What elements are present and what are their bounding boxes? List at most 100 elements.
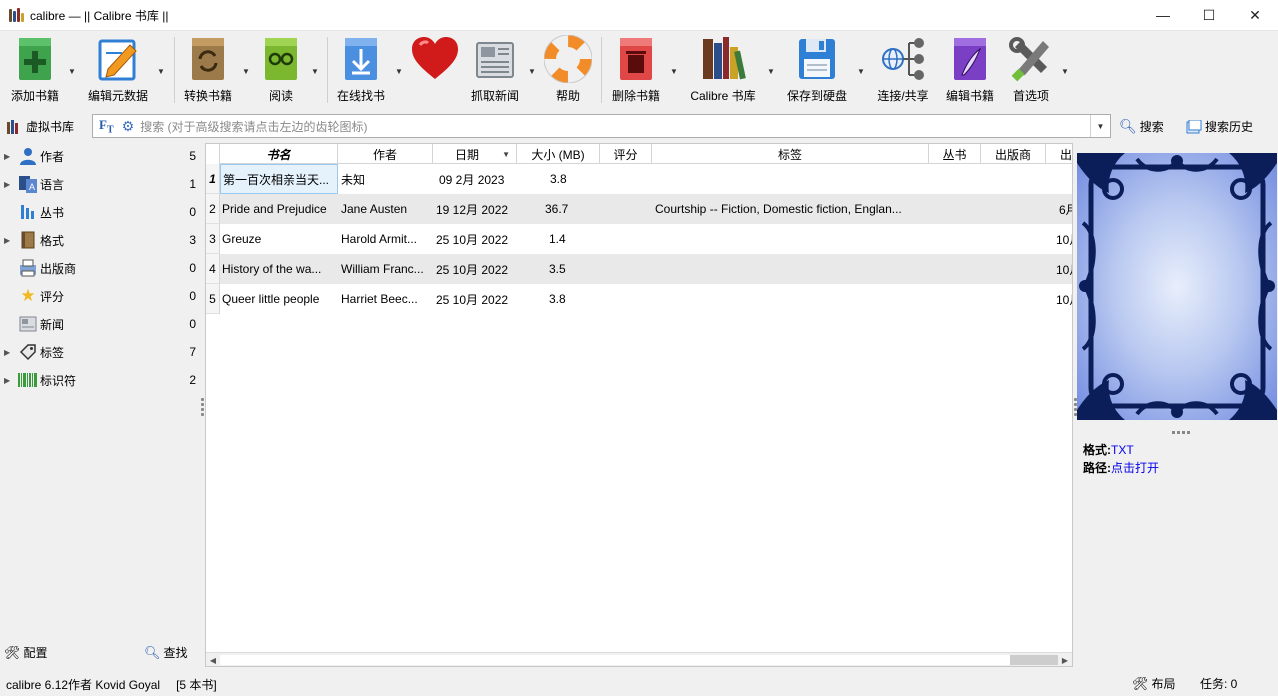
scroll-left-arrow-icon[interactable]: ◀ — [206, 653, 220, 666]
cell-pubdate[interactable] — [1054, 164, 1072, 194]
column-header-publisher[interactable]: 出版商 — [981, 144, 1046, 164]
scroll-right-arrow-icon[interactable]: ▶ — [1058, 653, 1072, 666]
gear-icon[interactable]: ⚙ — [122, 118, 135, 135]
jobs-indicator[interactable]: 任务: 0 — [1200, 675, 1237, 692]
cell-title[interactable]: Pride and Prejudice — [222, 194, 338, 224]
tag-category-languages[interactable]: ▶ A 语言 1 — [0, 170, 204, 198]
save-to-disk-button[interactable]: 保存到硬盘 — [785, 35, 849, 105]
cell-tags[interactable] — [655, 254, 927, 284]
row-number[interactable]: 4 — [206, 254, 220, 284]
virtual-library-button[interactable]: 虚拟书库 — [6, 118, 74, 135]
tag-category-publishers[interactable]: 出版商 0 — [0, 254, 204, 282]
cell-date[interactable]: 25 10月 2022 — [436, 224, 520, 254]
minimize-button[interactable]: — — [1140, 0, 1186, 30]
cell-size[interactable]: 3.8 — [550, 164, 600, 194]
cell-size[interactable]: 3.8 — [549, 284, 599, 314]
cell-date[interactable]: 25 10月 2022 — [436, 284, 520, 314]
column-header-date[interactable]: 日期 ▼ — [433, 144, 517, 164]
edit-book-button[interactable]: 编辑书籍 — [942, 35, 998, 105]
cell-author[interactable]: 未知 — [341, 164, 433, 194]
table-row[interactable]: Pride and Prejudice Jane Austen 19 12月 2… — [220, 194, 1072, 224]
add-books-button[interactable]: 添加书籍 — [8, 35, 62, 105]
help-button[interactable]: 帮助 — [543, 34, 593, 105]
expand-arrow-icon[interactable]: ▶ — [4, 236, 14, 245]
cell-tags[interactable] — [655, 164, 927, 194]
tag-category-rating[interactable]: ★ 评分 0 — [0, 282, 204, 310]
cell-date[interactable]: 25 10月 2022 — [436, 254, 520, 284]
add-books-dropdown-icon[interactable]: ▼ — [68, 67, 76, 76]
tag-category-authors[interactable]: ▶ 作者 5 — [0, 142, 204, 170]
cover-splitter-handle[interactable] — [1172, 431, 1190, 434]
tag-category-formats[interactable]: ▶ 格式 3 — [0, 226, 204, 254]
expand-arrow-icon[interactable]: ▶ — [4, 376, 14, 385]
expand-arrow-icon[interactable]: ▶ — [4, 152, 14, 161]
row-number[interactable]: 3 — [206, 224, 220, 254]
cell-author[interactable]: Harriet Beec... — [341, 284, 433, 314]
view-book-dropdown-icon[interactable]: ▼ — [311, 67, 319, 76]
tag-category-series[interactable]: 丛书 0 — [0, 198, 204, 226]
calibre-library-dropdown-icon[interactable]: ▼ — [767, 67, 775, 76]
column-header-tags[interactable]: 标签 — [652, 144, 929, 164]
column-header-pubdate[interactable]: 出 — [1046, 144, 1072, 164]
convert-books-button[interactable]: 转换书籍 — [182, 35, 234, 105]
fetch-news-button[interactable]: 抓取新闻 — [468, 35, 522, 105]
edit-metadata-dropdown-icon[interactable]: ▼ — [157, 67, 165, 76]
configure-tag-browser-button[interactable]: 🛠︎ 配置 — [4, 644, 48, 661]
expand-arrow-icon[interactable]: ▶ — [4, 180, 14, 189]
donate-button[interactable] — [409, 35, 459, 105]
column-header-size[interactable]: 大小 (MB) — [517, 144, 600, 164]
saved-search-history-button[interactable]: 搜索历史 — [1186, 118, 1253, 135]
tag-category-identifiers[interactable]: ▶ 标识符 2 — [0, 366, 204, 394]
column-header-title[interactable]: 书名 — [220, 144, 338, 164]
preferences-dropdown-icon[interactable]: ▼ — [1061, 67, 1069, 76]
cell-tags[interactable] — [655, 284, 927, 314]
search-input[interactable]: FT ⚙ 搜索 (对于高级搜索请点击左边的齿轮图标) ▼ — [92, 114, 1111, 138]
cell-title[interactable]: History of the wa... — [222, 254, 338, 284]
get-books-dropdown-icon[interactable]: ▼ — [395, 67, 403, 76]
format-link[interactable]: TXT — [1111, 443, 1134, 457]
cell-size[interactable]: 36.7 — [545, 194, 595, 224]
book-cover-image[interactable] — [1077, 153, 1277, 420]
edit-metadata-button[interactable]: 编辑元数据 — [86, 35, 150, 105]
cell-tags[interactable] — [655, 224, 927, 254]
cell-pubdate[interactable]: 6月 — [1059, 194, 1072, 224]
find-in-tag-browser-button[interactable]: 🔍︎ 查找 — [144, 644, 188, 661]
save-to-disk-dropdown-icon[interactable]: ▼ — [857, 67, 865, 76]
full-text-search-icon[interactable]: FT — [99, 117, 114, 136]
view-book-button[interactable]: 阅读 — [257, 35, 305, 105]
horizontal-scrollbar[interactable]: ◀ ▶ — [206, 652, 1072, 666]
cell-size[interactable]: 3.5 — [549, 254, 599, 284]
table-row[interactable]: History of the wa... William Franc... 25… — [220, 254, 1072, 284]
row-number[interactable]: 2 — [206, 194, 220, 224]
calibre-library-button[interactable]: Calibre 书库 — [686, 35, 760, 105]
cell-pubdate[interactable]: 10月 — [1056, 254, 1072, 284]
close-button[interactable]: ✕ — [1232, 0, 1278, 30]
search-button[interactable]: 🔍︎ 搜索 — [1119, 118, 1164, 135]
cell-size[interactable]: 1.4 — [549, 224, 599, 254]
tag-category-tags[interactable]: ▶ 标签 7 — [0, 338, 204, 366]
left-splitter-handle[interactable] — [201, 398, 204, 418]
preferences-button[interactable]: 首选项 — [1006, 35, 1056, 105]
column-header-series[interactable]: 丛书 — [929, 144, 981, 164]
cell-title[interactable]: 第一百次相亲当天... — [220, 164, 338, 194]
cell-tags[interactable]: Courtship -- Fiction, Domestic fiction, … — [655, 194, 927, 224]
cell-pubdate[interactable]: 10月 — [1056, 224, 1072, 254]
cell-date[interactable]: 09 2月 2023 — [439, 164, 523, 194]
open-path-link[interactable]: 点击打开 — [1111, 461, 1159, 475]
cell-title[interactable]: Queer little people — [222, 284, 338, 314]
cell-pubdate[interactable]: 10月 — [1056, 284, 1072, 314]
search-history-dropdown-icon[interactable]: ▼ — [1090, 115, 1110, 137]
maximize-button[interactable]: ☐ — [1186, 0, 1232, 30]
remove-books-button[interactable]: 删除书籍 — [609, 35, 663, 105]
table-row[interactable]: Queer little people Harriet Beec... 25 1… — [220, 284, 1072, 314]
column-header-author[interactable]: 作者 — [338, 144, 433, 164]
layout-button[interactable]: 🛠︎ 布局 — [1132, 675, 1176, 692]
column-header-rating[interactable]: 评分 — [600, 144, 652, 164]
cell-date[interactable]: 19 12月 2022 — [436, 194, 520, 224]
fetch-news-dropdown-icon[interactable]: ▼ — [528, 67, 536, 76]
get-books-button[interactable]: 在线找书 — [334, 35, 388, 105]
connect-share-button[interactable]: 连接/共享 — [873, 35, 933, 105]
cell-author[interactable]: William Franc... — [341, 254, 433, 284]
cell-title[interactable]: Greuze — [222, 224, 338, 254]
tag-category-news[interactable]: 新闻 0 — [0, 310, 204, 338]
